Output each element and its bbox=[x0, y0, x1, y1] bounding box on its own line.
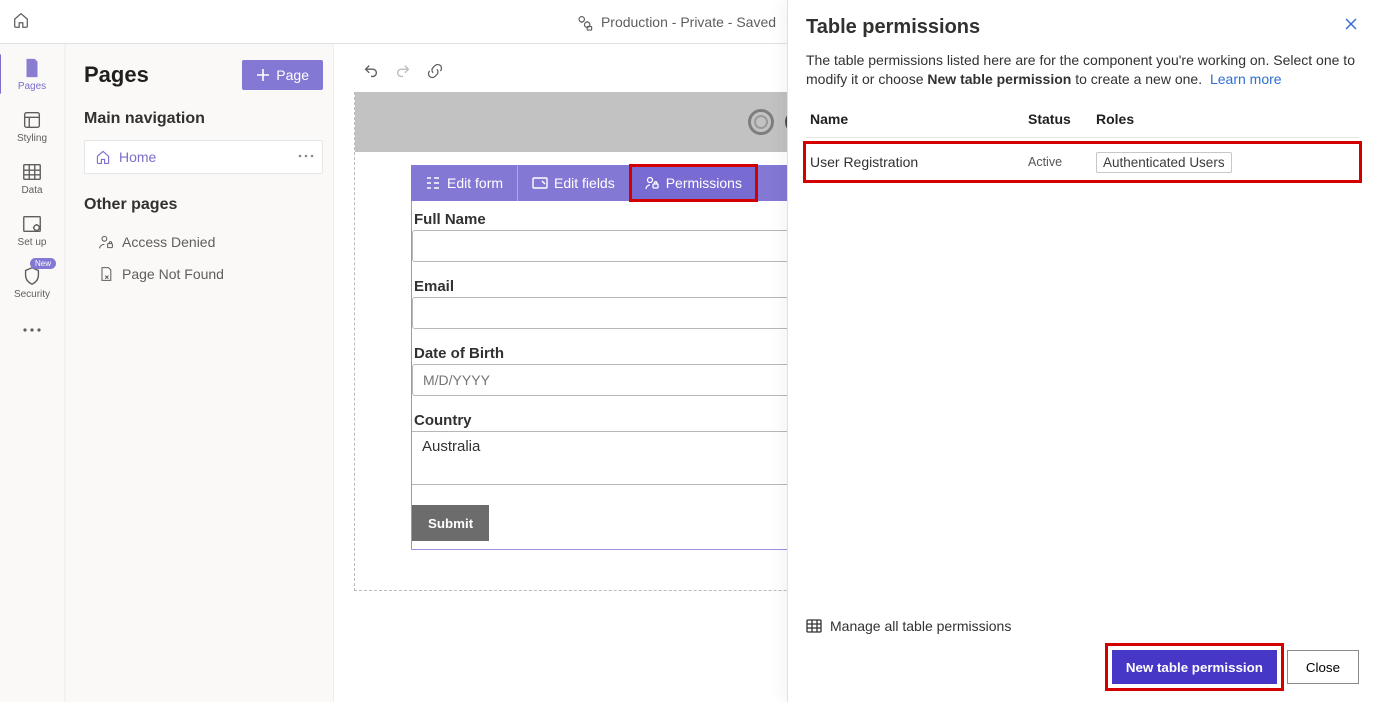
table-header: Name Status Roles bbox=[806, 111, 1359, 138]
rail-data[interactable]: Data bbox=[2, 152, 62, 204]
row-status: Active bbox=[1028, 155, 1096, 169]
environment-picker[interactable]: Production - Private - Saved bbox=[575, 13, 802, 31]
nav-item-home[interactable]: Home bbox=[84, 140, 323, 174]
page-x-icon bbox=[98, 266, 114, 282]
permissions-table: Name Status Roles User Registration Acti… bbox=[806, 111, 1359, 180]
add-page-button[interactable]: Page bbox=[242, 60, 323, 90]
undo-icon[interactable] bbox=[362, 62, 380, 80]
col-roles: Roles bbox=[1096, 111, 1355, 127]
col-status: Status bbox=[1028, 111, 1096, 127]
learn-more-link[interactable]: Learn more bbox=[1210, 71, 1282, 87]
flyout-title: Table permissions bbox=[806, 16, 980, 39]
home-icon[interactable] bbox=[12, 11, 30, 32]
close-icon[interactable] bbox=[1343, 16, 1359, 35]
nav-home-label: Home bbox=[119, 149, 156, 165]
nav-item-page-not-found[interactable]: Page Not Found bbox=[84, 258, 323, 290]
flyout-footer: New table permission Close bbox=[806, 634, 1359, 702]
link-icon[interactable] bbox=[426, 62, 444, 80]
submit-label: Submit bbox=[428, 516, 473, 531]
new-permission-label: New table permission bbox=[1126, 660, 1263, 675]
manage-all-label: Manage all table permissions bbox=[830, 618, 1011, 634]
rail-setup-label: Set up bbox=[18, 237, 47, 248]
tab-edit-fields-label: Edit fields bbox=[554, 175, 615, 191]
add-page-label: Page bbox=[276, 67, 309, 83]
close-button[interactable]: Close bbox=[1287, 650, 1359, 684]
manage-all-link[interactable]: Manage all table permissions bbox=[806, 608, 1359, 634]
flyout-description: The table permissions listed here are fo… bbox=[806, 51, 1359, 89]
rail-security-label: Security bbox=[14, 289, 50, 300]
nav-item-access-denied[interactable]: Access Denied bbox=[84, 226, 323, 258]
new-badge: New bbox=[30, 258, 56, 269]
tab-edit-fields[interactable]: Edit fields bbox=[518, 165, 630, 201]
tab-permissions[interactable]: Permissions bbox=[630, 165, 757, 201]
rail-more[interactable] bbox=[13, 310, 51, 346]
country-value: Australia bbox=[422, 438, 480, 455]
table-row[interactable]: User Registration Active Authenticated U… bbox=[806, 144, 1359, 180]
rail-styling-label: Styling bbox=[17, 133, 47, 144]
col-name: Name bbox=[810, 111, 1028, 127]
logo-icon bbox=[748, 109, 774, 135]
environment-label: Production - Private - Saved bbox=[601, 14, 776, 30]
redo-icon[interactable] bbox=[394, 62, 412, 80]
pages-panel: Pages Page Main navigation Home Other pa… bbox=[66, 44, 334, 702]
role-chip: Authenticated Users bbox=[1096, 152, 1232, 173]
rail-pages-label: Pages bbox=[18, 81, 46, 92]
rail-data-label: Data bbox=[21, 185, 42, 196]
nav-access-denied-label: Access Denied bbox=[122, 234, 215, 250]
new-permission-button[interactable]: New table permission bbox=[1112, 650, 1277, 684]
person-lock-icon bbox=[644, 175, 660, 191]
tab-permissions-label: Permissions bbox=[666, 175, 742, 191]
permissions-flyout: Table permissions The table permissions … bbox=[787, 0, 1377, 702]
tab-edit-form-label: Edit form bbox=[447, 175, 503, 191]
desc-bold: New table permission bbox=[927, 71, 1071, 87]
row-name: User Registration bbox=[810, 154, 1028, 170]
rail-security[interactable]: New Security bbox=[2, 256, 62, 308]
close-label: Close bbox=[1306, 660, 1340, 675]
main-nav-heading: Main navigation bbox=[84, 110, 323, 128]
home-icon bbox=[95, 149, 111, 165]
person-lock-icon bbox=[98, 234, 114, 250]
other-pages-heading: Other pages bbox=[84, 196, 323, 214]
row-roles: Authenticated Users bbox=[1096, 154, 1355, 170]
pages-title: Pages bbox=[84, 62, 149, 88]
desc-part2: to create a new one. bbox=[1071, 71, 1202, 87]
rail-setup[interactable]: Set up bbox=[2, 204, 62, 256]
submit-button[interactable]: Submit bbox=[412, 505, 489, 541]
rail-styling[interactable]: Styling bbox=[2, 100, 62, 152]
rail-pages[interactable]: Pages bbox=[2, 48, 62, 100]
tab-edit-form[interactable]: Edit form bbox=[411, 165, 518, 201]
nav-not-found-label: Page Not Found bbox=[122, 266, 224, 282]
more-icon[interactable] bbox=[298, 148, 314, 167]
left-rail: Pages Styling Data Set up New Security bbox=[0, 44, 66, 702]
grid-icon bbox=[806, 618, 822, 634]
